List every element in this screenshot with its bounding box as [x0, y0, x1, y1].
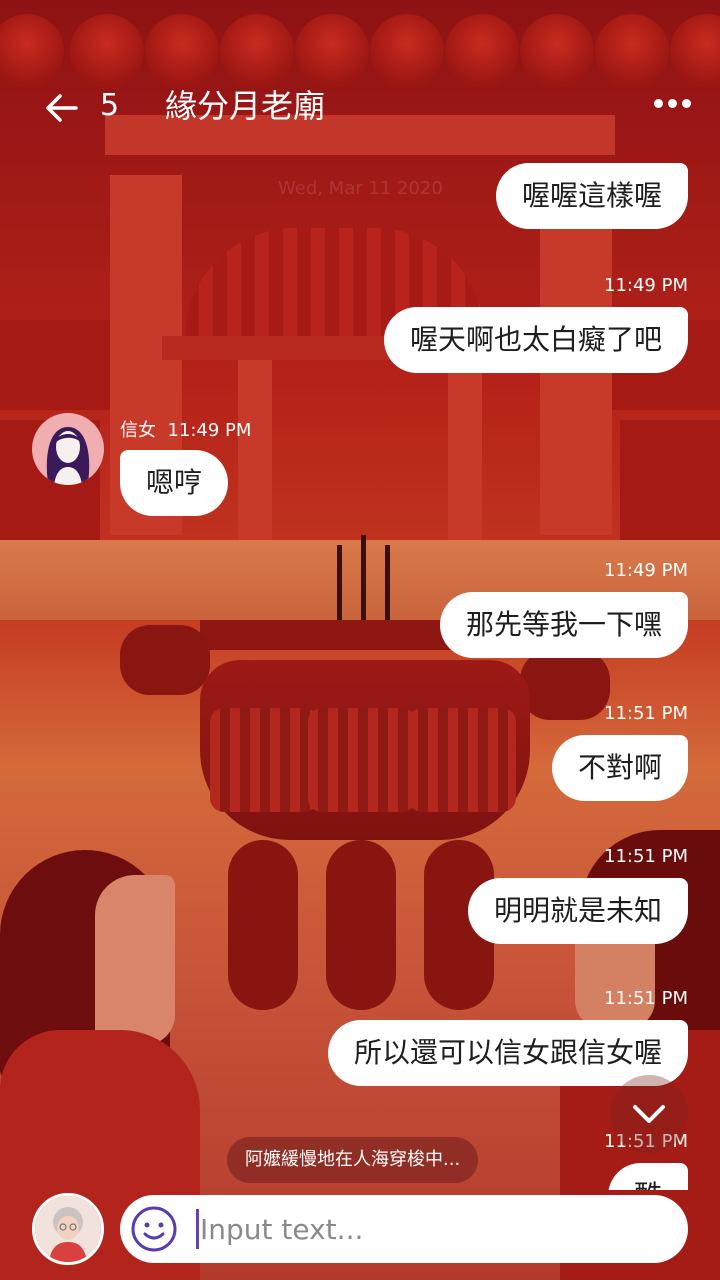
message-list[interactable]: 喔喔這樣喔 11:49 PM 喔天啊也太白癡了吧 信女 11:49 PM 嗯哼 … [0, 0, 720, 1190]
scroll-to-bottom-button[interactable] [610, 1075, 688, 1153]
text-caret [196, 1209, 199, 1249]
message-bubble[interactable]: 喔天啊也太白癡了吧 [383, 307, 688, 373]
message-bubble[interactable]: 那先等我一下嘿 [439, 592, 688, 658]
unread-count: 5 [100, 88, 120, 123]
chevron-down-icon [633, 1105, 665, 1123]
sender-name: 信女 [120, 420, 156, 441]
message-time: 11:51 PM [604, 846, 688, 867]
message-time: 11:51 PM [604, 703, 688, 724]
smiley-icon[interactable] [130, 1205, 178, 1253]
chat-header: 5 緣分月老廟 [0, 70, 720, 140]
back-arrow-icon[interactable] [40, 86, 84, 130]
more-dots-icon[interactable] [650, 96, 694, 112]
my-avatar[interactable] [32, 1193, 104, 1265]
message-bubble[interactable]: 嗯哼 [120, 450, 229, 516]
message-bubble[interactable]: 不對啊 [551, 735, 688, 801]
chat-title: 緣分月老廟 [165, 87, 326, 125]
message-bubble[interactable]: 喔喔這樣喔 [495, 163, 688, 229]
message-time: 11:49 PM [604, 560, 688, 581]
message-time: 11:49 PM [167, 420, 252, 441]
message-bubble[interactable]: 明明就是未知 [467, 878, 688, 944]
message-text-input[interactable] [200, 1195, 660, 1263]
message-input-bar [120, 1195, 688, 1263]
typing-status: 阿嬤緩慢地在人海穿梭中... [227, 1137, 479, 1183]
message-time: 11:51 PM [604, 988, 688, 1009]
message-bubble[interactable]: 酷 [607, 1163, 688, 1190]
message-time: 11:49 PM [604, 275, 688, 296]
sender-avatar[interactable] [32, 413, 104, 485]
sender-meta: 信女 11:49 PM [120, 416, 251, 442]
